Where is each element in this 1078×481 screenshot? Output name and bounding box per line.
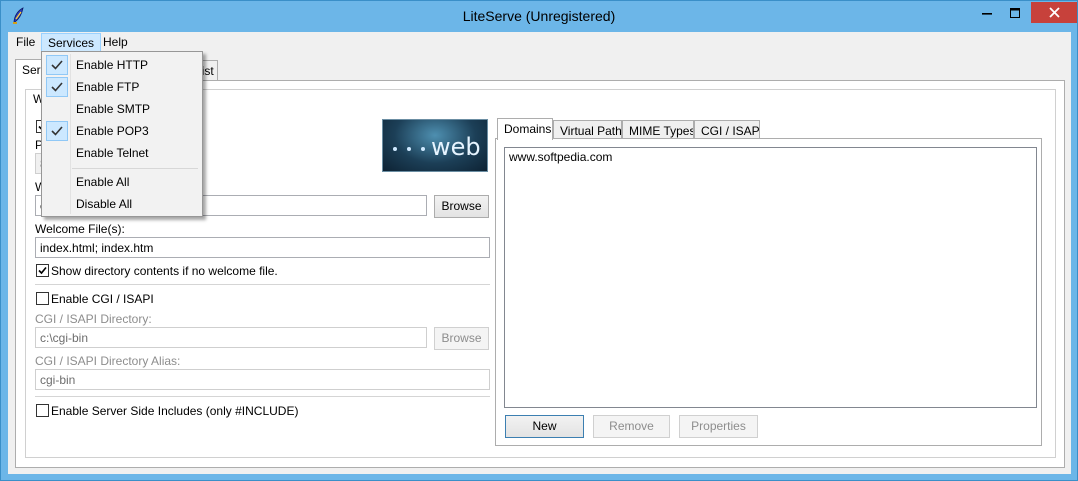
logo-dot-3 <box>421 147 425 151</box>
services-dropdown-menu: Enable HTTP Enable FTP Enable SMTP Enabl… <box>41 51 203 217</box>
web-logo-image: web <box>382 119 488 172</box>
checkmark-icon <box>51 60 63 70</box>
tab-virtual-paths[interactable]: Virtual Paths <box>553 120 622 140</box>
window-title: LiteServe (Unregistered) <box>462 8 616 24</box>
close-icon <box>1048 7 1060 18</box>
separator <box>35 396 490 397</box>
ssi-label: Enable Server Side Includes (only #INCLU… <box>51 404 299 418</box>
menu-file[interactable]: File <box>10 33 41 52</box>
menu-item-label: Enable Telnet <box>76 146 149 160</box>
checkmark-icon <box>38 266 47 275</box>
checkmark-icon <box>51 82 63 92</box>
menu-separator <box>72 168 198 169</box>
menu-item-enable-smtp[interactable]: Enable SMTP <box>44 98 200 120</box>
minimize-icon <box>982 12 992 15</box>
list-item[interactable]: www.softpedia.com <box>509 150 612 164</box>
menu-item-label: Disable All <box>76 197 133 211</box>
minimize-button[interactable] <box>973 2 1001 23</box>
cgi-browse-button[interactable]: Browse <box>434 327 489 350</box>
menu-services[interactable]: Services <box>41 33 102 52</box>
menu-item-enable-http[interactable]: Enable HTTP <box>44 54 200 76</box>
enable-cgi-label: Enable CGI / ISAPI <box>51 292 154 306</box>
maximize-button[interactable] <box>1001 2 1029 23</box>
show-directory-label: Show directory contents if no welcome fi… <box>51 264 278 278</box>
check-highlight <box>46 121 68 141</box>
domain-properties-button[interactable]: Properties <box>679 415 758 438</box>
menu-item-enable-pop3[interactable]: Enable POP3 <box>44 120 200 142</box>
logo-dot-1 <box>393 147 397 151</box>
cgi-alias-field[interactable]: cgi-bin <box>35 369 490 390</box>
separator <box>35 284 490 285</box>
show-directory-checkbox[interactable] <box>36 264 49 277</box>
tab-cgi-isapi[interactable]: CGI / ISAPI <box>694 120 760 140</box>
menu-item-disable-all[interactable]: Disable All <box>44 193 200 215</box>
maximize-icon <box>1010 7 1020 18</box>
menu-item-enable-all[interactable]: Enable All <box>44 171 200 193</box>
new-domain-button[interactable]: New <box>505 415 584 438</box>
logo-text: web <box>431 133 481 161</box>
cgi-directory-field[interactable]: c:\cgi-bin <box>35 327 427 348</box>
cgi-alias-label: CGI / ISAPI Directory Alias: <box>35 354 181 368</box>
ssi-checkbox[interactable] <box>36 404 49 417</box>
menu-item-label: Enable HTTP <box>76 58 149 72</box>
enable-cgi-checkbox[interactable] <box>36 292 49 305</box>
tab-domains[interactable]: Domains <box>497 118 553 140</box>
close-button[interactable] <box>1031 2 1077 23</box>
menu-item-label: Enable FTP <box>76 80 140 94</box>
client-area: File Services Help Ser list W P 8 W c we… <box>8 32 1071 474</box>
cgi-directory-label: CGI / ISAPI Directory: <box>35 312 152 326</box>
welcome-files-field[interactable]: index.html; index.htm <box>35 237 490 258</box>
menu-item-label: Enable All <box>76 175 130 189</box>
title-bar[interactable]: LiteServe (Unregistered) <box>1 1 1077 32</box>
checkmark-icon <box>51 126 63 136</box>
check-highlight <box>46 55 68 75</box>
logo-dot-2 <box>407 147 411 151</box>
webroot-browse-button[interactable]: Browse <box>434 195 489 218</box>
menu-help[interactable]: Help <box>97 33 134 52</box>
check-highlight <box>46 77 68 97</box>
tab-mime-types[interactable]: MIME Types <box>622 120 694 140</box>
menu-bar: File Services Help <box>8 32 1071 52</box>
welcome-files-label: Welcome File(s): <box>35 222 125 236</box>
menu-item-enable-ftp[interactable]: Enable FTP <box>44 76 200 98</box>
app-window: LiteServe (Unregistered) File Services H… <box>0 0 1078 481</box>
menu-item-label: Enable SMTP <box>76 102 151 116</box>
domains-list[interactable]: www.softpedia.com <box>504 147 1037 408</box>
menu-item-label: Enable POP3 <box>76 124 149 138</box>
menu-item-enable-telnet[interactable]: Enable Telnet <box>44 142 200 164</box>
remove-domain-button[interactable]: Remove <box>593 415 670 438</box>
